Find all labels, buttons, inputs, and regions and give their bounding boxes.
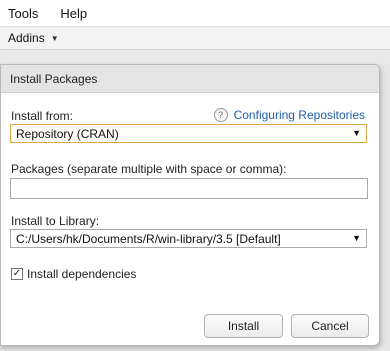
library-select[interactable]: C:/Users/hk/Documents/R/win-library/3.5 … bbox=[10, 229, 367, 248]
install-dependencies-checkbox[interactable]: ✓ bbox=[11, 268, 23, 280]
packages-input[interactable] bbox=[10, 178, 368, 199]
question-icon: ? bbox=[213, 108, 228, 122]
configuring-repositories-link[interactable]: ? Configuring Repositories bbox=[213, 108, 365, 122]
addins-dropdown[interactable]: Addins ▼ bbox=[8, 31, 59, 45]
install-button[interactable]: Install bbox=[204, 314, 283, 338]
dialog-title: Install Packages bbox=[1, 65, 379, 93]
background-strip bbox=[0, 50, 390, 64]
library-value: C:/Users/hk/Documents/R/win-library/3.5 … bbox=[16, 231, 281, 246]
install-from-value: Repository (CRAN) bbox=[16, 126, 119, 141]
install-dependencies-label: Install dependencies bbox=[27, 267, 137, 281]
help-link-text: Configuring Repositories bbox=[233, 108, 365, 122]
packages-label: Packages (separate multiple with space o… bbox=[11, 162, 287, 176]
menu-tools[interactable]: Tools bbox=[8, 6, 38, 21]
install-packages-dialog: Install Packages Install from: ? Configu… bbox=[0, 64, 380, 346]
dropdown-arrow-icon: ▼ bbox=[352, 233, 361, 243]
caret-down-icon: ▼ bbox=[50, 33, 59, 43]
addins-label: Addins bbox=[8, 31, 45, 45]
menubar: Tools Help bbox=[0, 0, 390, 26]
dropdown-arrow-icon: ▼ bbox=[352, 128, 361, 138]
menu-help[interactable]: Help bbox=[60, 6, 87, 21]
toolbar: Addins ▼ bbox=[0, 26, 390, 50]
install-from-select[interactable]: Repository (CRAN) ▼ bbox=[10, 124, 367, 143]
cancel-button[interactable]: Cancel bbox=[291, 314, 369, 338]
install-dependencies-row[interactable]: ✓ Install dependencies bbox=[11, 267, 136, 281]
install-from-label: Install from: bbox=[11, 109, 74, 123]
library-label: Install to Library: bbox=[11, 214, 100, 228]
